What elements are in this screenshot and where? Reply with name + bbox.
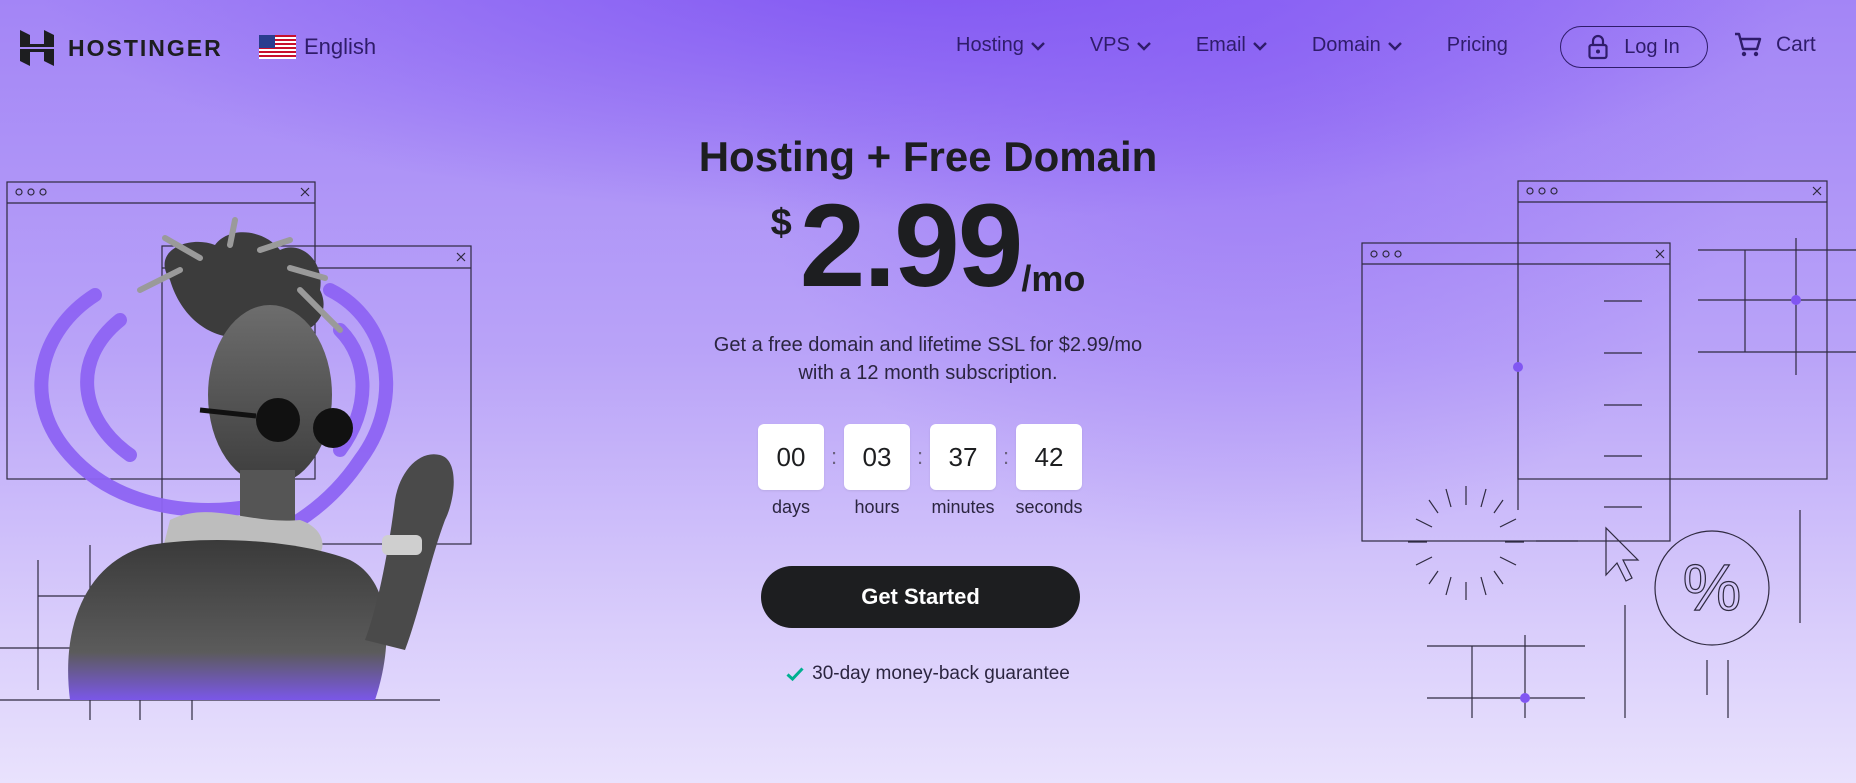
us-flag-icon bbox=[259, 35, 296, 59]
nav-item-label: VPS bbox=[1089, 34, 1130, 56]
subtitle-line: with a 12 month subscription. bbox=[798, 362, 1058, 384]
countdown-value: 03 bbox=[844, 424, 910, 490]
subtitle-line: Get a free domain and lifetime SSL for $… bbox=[713, 334, 1143, 356]
nav-item-pricing[interactable]: Pricing bbox=[1447, 34, 1508, 57]
nav-item-domain[interactable]: Domain bbox=[1312, 34, 1403, 57]
hero-subtitle: Get a free domain and lifetime SSL for $… bbox=[0, 331, 1856, 387]
login-label: Log In bbox=[1624, 35, 1680, 58]
svg-text:%: % bbox=[1683, 550, 1742, 624]
cart-label: Cart bbox=[1776, 33, 1816, 56]
cart-link[interactable]: Cart bbox=[1734, 32, 1816, 58]
price-amount: 2.99 bbox=[799, 180, 1024, 312]
nav-item-email[interactable]: Email bbox=[1196, 34, 1268, 57]
brand-name: HOSTINGER bbox=[68, 34, 223, 61]
chevron-down-icon bbox=[1136, 41, 1151, 51]
chevron-down-icon bbox=[1030, 41, 1045, 51]
nav-item-hosting[interactable]: Hosting bbox=[956, 34, 1046, 57]
get-started-button[interactable]: Get Started bbox=[761, 566, 1080, 628]
nav-item-label: Email bbox=[1195, 34, 1246, 56]
countdown-value: 42 bbox=[1016, 424, 1082, 490]
main-nav: Hosting VPS Email Domain Pricing bbox=[956, 34, 1552, 57]
nav-item-label: Pricing bbox=[1446, 34, 1508, 56]
chevron-down-icon bbox=[1387, 41, 1402, 51]
money-back-guarantee: 30-day money-back guarantee bbox=[0, 663, 1856, 685]
chevron-down-icon bbox=[1253, 41, 1267, 51]
countdown-hours: 03 hours bbox=[844, 424, 910, 518]
countdown-seconds: 42 seconds bbox=[1015, 424, 1083, 518]
countdown-label: minutes bbox=[931, 497, 995, 517]
countdown-label: hours bbox=[854, 497, 900, 517]
countdown-label: days bbox=[771, 497, 811, 517]
countdown-separator: : bbox=[1002, 444, 1010, 469]
nav-item-label: Domain bbox=[1311, 34, 1381, 56]
language-selector[interactable]: English bbox=[259, 34, 376, 60]
countdown-timer: 00 days : 03 hours : 37 minutes : 42 sec… bbox=[758, 424, 1083, 518]
countdown-minutes: 37 minutes bbox=[930, 424, 996, 518]
countdown-label: seconds bbox=[1015, 497, 1083, 517]
login-button[interactable]: Log In bbox=[1560, 26, 1708, 68]
countdown-value: 37 bbox=[930, 424, 996, 490]
countdown-days: 00 days bbox=[758, 424, 824, 518]
site-header: HOSTINGER English Hosting VPS Email Doma… bbox=[0, 0, 1856, 96]
countdown-value: 00 bbox=[758, 424, 824, 490]
lock-icon bbox=[1588, 34, 1608, 60]
price-period: /mo bbox=[1021, 258, 1086, 299]
guarantee-text: 30-day money-back guarantee bbox=[812, 663, 1070, 684]
countdown-separator: : bbox=[830, 444, 838, 469]
cart-icon bbox=[1735, 32, 1762, 57]
brand-logo[interactable]: HOSTINGER bbox=[20, 30, 223, 66]
countdown-separator: : bbox=[916, 444, 924, 469]
nav-item-label: Hosting bbox=[956, 34, 1024, 56]
hostinger-logo-icon bbox=[20, 30, 54, 66]
checkmark-icon bbox=[786, 667, 804, 682]
price-display: $ 2.99 /mo bbox=[0, 180, 1856, 312]
language-label: English bbox=[304, 34, 377, 59]
hero-title: Hosting + Free Domain bbox=[698, 133, 1158, 180]
price-currency: $ bbox=[770, 202, 792, 244]
nav-item-vps[interactable]: VPS bbox=[1090, 34, 1152, 57]
